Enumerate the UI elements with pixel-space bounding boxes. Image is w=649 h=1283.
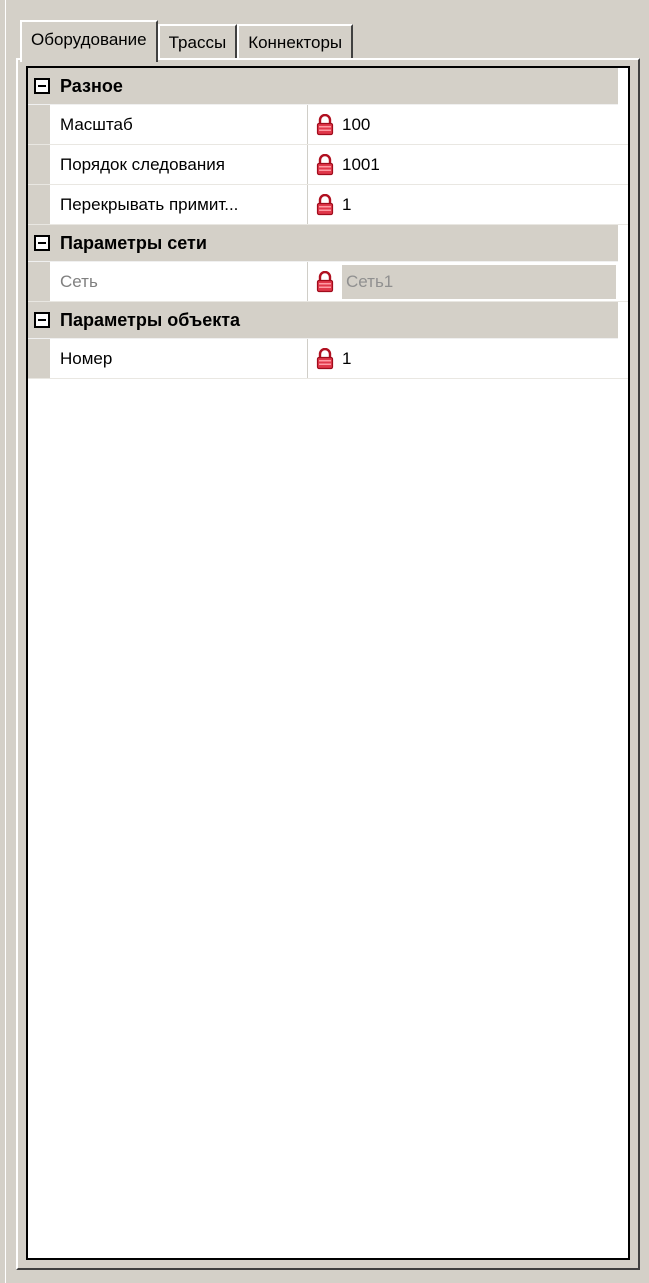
lock-icon [316,193,334,215]
property-row-order[interactable]: Порядок следования 1001 [28,145,628,185]
lock-icon [316,270,334,292]
category-label: Параметры сети [60,232,207,253]
tab-panel: Разное Масштаб 100 Порядок следования 10… [16,58,640,1270]
lock-icon [316,153,334,175]
collapse-minus-icon[interactable] [34,312,50,328]
property-value-text: 1 [342,348,352,368]
property-name: Сеть [50,262,308,301]
category-object-params[interactable]: Параметры объекта [28,302,618,339]
property-value-text: 1001 [342,154,380,174]
tab-label: Трассы [168,33,227,52]
property-name: Масштаб [50,105,308,144]
property-row-number[interactable]: Номер 1 [28,339,628,379]
tab-label: Коннекторы [248,33,343,52]
tab-strip: Оборудование Трассы Коннекторы [20,18,354,62]
property-row-scale[interactable]: Масштаб 100 [28,105,628,145]
property-name: Номер [50,339,308,378]
row-gutter [28,185,50,224]
property-value[interactable]: Сеть1 [308,262,628,301]
category-misc[interactable]: Разное [28,68,618,105]
properties-window: Оборудование Трассы Коннекторы Разное Ма… [0,0,649,1283]
property-value[interactable]: 100 [308,105,628,144]
property-value[interactable]: 1 [308,185,628,224]
row-gutter [28,262,50,301]
row-gutter [28,145,50,184]
row-gutter [28,339,50,378]
category-label: Параметры объекта [60,309,241,330]
property-row-network[interactable]: Сеть Сеть1 [28,262,628,302]
lock-icon [316,347,334,369]
property-name: Порядок следования [50,145,308,184]
property-name: Перекрывать примит... [50,185,308,224]
property-value-text: 1 [342,194,352,214]
tab-equipment[interactable]: Оборудование [20,20,158,62]
collapse-minus-icon[interactable] [34,235,50,251]
category-label: Разное [60,75,123,96]
window-left-border [0,0,6,1283]
collapse-minus-icon[interactable] [34,78,50,94]
property-row-overlap[interactable]: Перекрывать примит... 1 [28,185,628,225]
lock-icon [316,113,334,135]
tab-label: Оборудование [31,30,147,49]
property-grid: Разное Масштаб 100 Порядок следования 10… [26,66,630,1260]
row-gutter [28,105,50,144]
property-value[interactable]: 1001 [308,145,628,184]
category-network-params[interactable]: Параметры сети [28,225,618,262]
tab-connectors[interactable]: Коннекторы [237,24,354,60]
tab-routes[interactable]: Трассы [157,24,238,60]
property-value-text: Сеть1 [342,264,616,299]
property-value[interactable]: 1 [308,339,628,378]
property-value-text: 100 [342,114,371,134]
